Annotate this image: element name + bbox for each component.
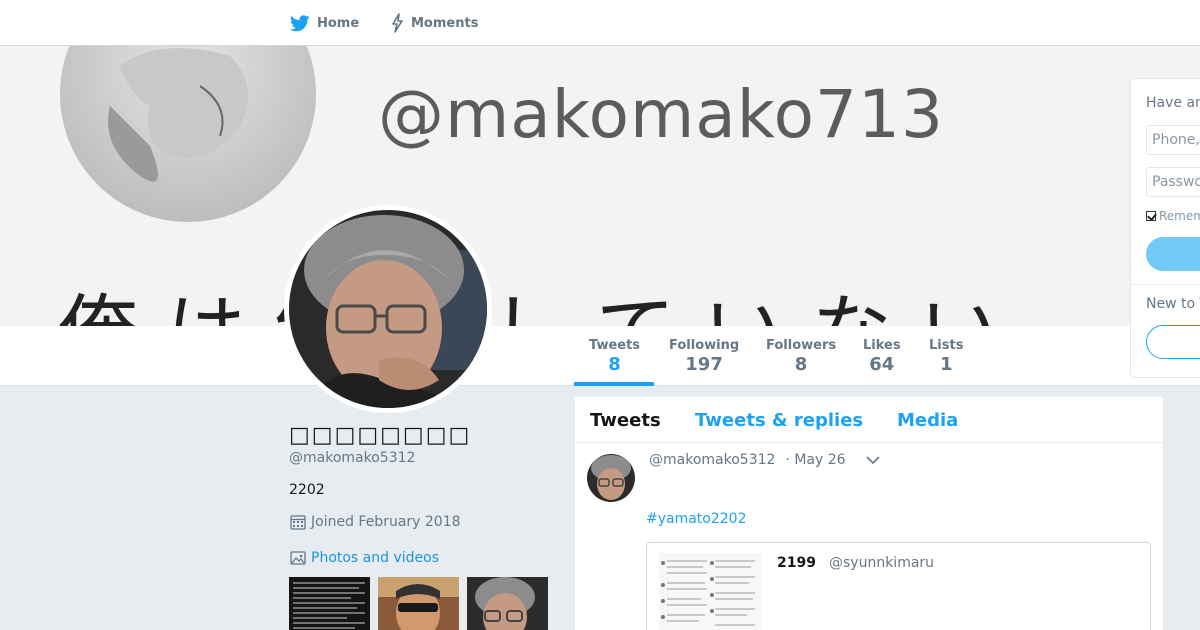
- active-stat-underline: [574, 382, 654, 386]
- quoted-tweet-author-handle: @syunnkimaru: [829, 555, 935, 571]
- joined-date: Joined February 2018: [289, 513, 461, 531]
- stat-likes[interactable]: Likes 64: [863, 338, 901, 375]
- photos-and-videos-label: Photos and videos: [311, 550, 440, 566]
- stat-value: 8: [794, 354, 808, 375]
- stat-label: Tweets: [589, 338, 641, 353]
- photos-and-videos-link[interactable]: Photos and videos: [289, 549, 439, 567]
- login-divider: [1131, 284, 1200, 285]
- new-to-twitter-text: New to Twitter?: [1146, 296, 1200, 312]
- nav-home[interactable]: Home: [290, 12, 359, 34]
- login-panel: Have an account? Phone, email or usernam…: [1130, 78, 1200, 378]
- timeline: Tweets Tweets & replies Media @makomako5…: [575, 397, 1163, 630]
- stat-tweets[interactable]: Tweets 8: [589, 338, 640, 375]
- stat-label: Following: [669, 338, 740, 353]
- avatar-photo: [289, 210, 487, 408]
- nav-home-label: Home: [317, 15, 360, 31]
- tab-media[interactable]: Media: [897, 410, 958, 431]
- quoted-tweet-author-name: 2199: [777, 555, 816, 571]
- remember-me-checkbox[interactable]: Remember me: [1146, 209, 1200, 223]
- stat-value: 1: [939, 354, 953, 375]
- tab-tweets[interactable]: Tweets: [590, 410, 661, 431]
- stat-value: 197: [685, 354, 723, 375]
- tweet-author-handle[interactable]: @makomako5312: [649, 452, 775, 468]
- media-thumbnail[interactable]: [378, 577, 459, 630]
- timeline-tabs: Tweets Tweets & replies Media: [575, 397, 1163, 443]
- nav-moments-label: Moments: [411, 15, 479, 31]
- phone-email-username-input[interactable]: Phone, email or username: [1146, 125, 1200, 155]
- stat-following[interactable]: Following 197: [669, 338, 739, 375]
- tweet-hashtag[interactable]: #yamato2202: [646, 511, 747, 527]
- stat-value: 64: [869, 354, 895, 375]
- stat-value: 8: [608, 354, 621, 375]
- tab-tweets-and-replies[interactable]: Tweets & replies: [695, 410, 863, 431]
- quoted-tweet[interactable]: 2199 @syunnkimaru: [646, 542, 1151, 630]
- login-button[interactable]: [1146, 237, 1200, 271]
- quoted-tweet-image: [659, 553, 761, 630]
- media-thumbnail[interactable]: [289, 577, 370, 630]
- remember-me-label: Remember me: [1159, 209, 1200, 223]
- banner-handle-text: @makomako713: [378, 76, 944, 153]
- chevron-down-icon[interactable]: [865, 455, 880, 465]
- twitter-bird-icon: [290, 14, 310, 32]
- lightning-bolt-icon: [390, 13, 404, 33]
- signup-button[interactable]: [1146, 325, 1200, 359]
- nav-moments[interactable]: Moments: [390, 12, 478, 34]
- stat-followers[interactable]: Followers 8: [766, 338, 836, 375]
- image-icon: [289, 549, 307, 567]
- joined-date-label: Joined February 2018: [311, 514, 461, 530]
- banner-japanese-text: 俺は納得していない: [58, 268, 1028, 326]
- profile-bio: 2202: [289, 482, 325, 498]
- profile-avatar[interactable]: [284, 205, 492, 413]
- checkbox-checked-icon[interactable]: [1146, 211, 1156, 221]
- stat-label: Lists: [929, 338, 964, 353]
- password-input[interactable]: Password: [1146, 167, 1200, 197]
- top-navigation-bar: Home Moments: [0, 0, 1200, 46]
- calendar-icon: [289, 513, 307, 531]
- media-thumbnail[interactable]: [467, 577, 548, 630]
- tweet-date[interactable]: · May 26: [785, 452, 845, 468]
- stat-lists[interactable]: Lists 1: [929, 338, 963, 375]
- login-title: Have an account?: [1146, 95, 1200, 111]
- stat-label: Followers: [766, 338, 837, 353]
- profile-handle[interactable]: @makomako5312: [289, 450, 415, 466]
- stat-label: Likes: [863, 338, 901, 353]
- tweet-header: @makomako5312 · May 26: [649, 452, 880, 468]
- profile-name[interactable]: □□□□□□□□: [289, 423, 471, 448]
- profile-stats-bar: Tweets 8 Following 197 Followers 8 Likes…: [0, 326, 1200, 386]
- profile-banner: @makomako713 俺は納得していない: [0, 46, 1200, 326]
- tweet-avatar[interactable]: [587, 454, 635, 502]
